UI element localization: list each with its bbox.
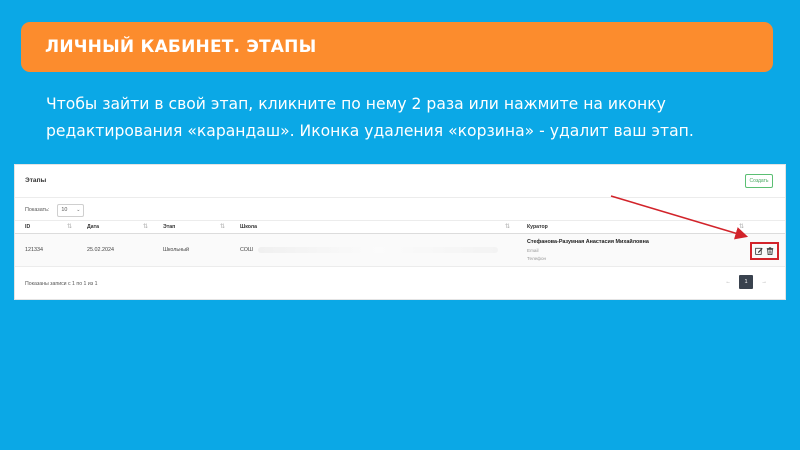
cell-school: СОШ: [240, 247, 253, 253]
instructions-line-1: Чтобы зайти в свой этап, кликните по нем…: [46, 95, 666, 113]
records-info: Показаны записи с 1 по 1 из 1: [25, 281, 98, 287]
pagination-page-1[interactable]: 1: [739, 275, 753, 289]
slide-title: ЛИЧНЫЙ КАБИНЕТ. ЭТАПЫ: [45, 37, 317, 57]
show-label: Показать:: [25, 207, 50, 213]
instructions-text: Чтобы зайти в свой этап, кликните по нем…: [46, 91, 766, 145]
cell-id: 121334: [25, 247, 43, 253]
instructions-line-2: редактирования «карандаш». Иконка удален…: [46, 122, 694, 140]
cell-date: 25.02.2024: [87, 247, 114, 253]
trash-icon[interactable]: [766, 247, 774, 255]
curator-name: Стефанова-Разумная Анастасия Михайловна: [527, 239, 649, 245]
sort-icon[interactable]: ⇅: [220, 223, 225, 230]
column-header-school[interactable]: Школа: [240, 224, 257, 230]
pencil-icon[interactable]: [755, 247, 763, 255]
column-header-id[interactable]: ID: [25, 224, 30, 230]
sort-icon[interactable]: ⇅: [143, 223, 148, 230]
table-row[interactable]: 121334 25.02.2024 Школьный СОШ Стефанова…: [15, 234, 785, 267]
pagination: ← 1 →: [721, 275, 771, 289]
column-header-curator[interactable]: Куратор: [527, 224, 548, 230]
row-actions: [750, 242, 779, 260]
stages-table: ID ⇅ Дата ⇅ Этап ⇅ Школа ⇅ Куратор ⇅ 121…: [15, 220, 785, 267]
column-header-date[interactable]: Дата: [87, 224, 99, 230]
column-header-stage[interactable]: Этап: [163, 224, 175, 230]
sort-icon[interactable]: ⇅: [67, 223, 72, 230]
page-size-value: 10: [61, 207, 68, 213]
chevron-down-icon: ⌄: [76, 207, 81, 213]
curator-email-label: Email: [527, 248, 539, 253]
pagination-prev[interactable]: ←: [721, 275, 735, 289]
cell-stage: Школьный: [163, 247, 190, 253]
panel-header: Этапы Создать: [15, 165, 785, 198]
page-size-control: Показать: 10 ⌄: [25, 203, 85, 217]
slide-banner: ЛИЧНЫЙ КАБИНЕТ. ЭТАПЫ: [21, 22, 773, 72]
sort-icon[interactable]: ⇅: [505, 223, 510, 230]
sort-icon[interactable]: ⇅: [739, 223, 744, 230]
curator-phone-label: Телефон: [527, 256, 547, 261]
pagination-next[interactable]: →: [757, 275, 771, 289]
table-header: ID ⇅ Дата ⇅ Этап ⇅ Школа ⇅ Куратор ⇅: [15, 220, 785, 234]
page-size-select[interactable]: 10 ⌄: [57, 203, 85, 217]
panel-title: Этапы: [25, 177, 47, 184]
stages-panel: Этапы Создать Показать: 10 ⌄ ID ⇅ Дата ⇅…: [14, 164, 786, 300]
create-button[interactable]: Создать: [745, 174, 773, 188]
blurred-school-name: [258, 247, 498, 253]
